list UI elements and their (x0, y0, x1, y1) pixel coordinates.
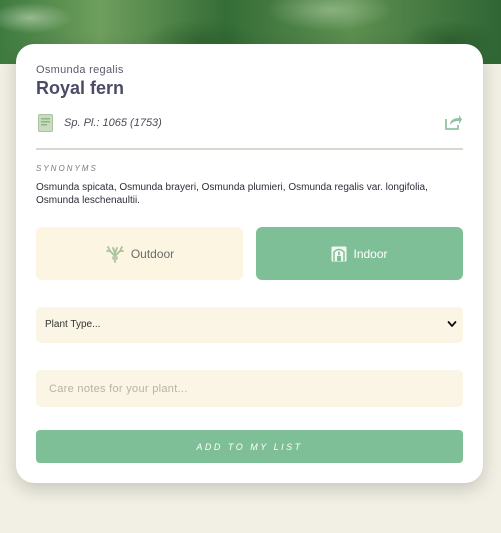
citation-text: Sp. Pl.: 1065 (1753) (64, 117, 162, 129)
outdoor-label: Outdoor (130, 246, 175, 261)
share-icon[interactable] (443, 112, 463, 132)
indoor-label: Indoor (353, 246, 388, 261)
house-plant-icon (331, 246, 347, 261)
synonyms-list: Osmunda spicata, Osmunda brayeri, Osmund… (36, 182, 428, 206)
antler-tree-icon (105, 245, 124, 263)
common-name: Royal fern (36, 78, 125, 98)
divider (36, 148, 463, 150)
plant-type-selected-value: Plant Type... (45, 319, 101, 330)
add-to-list-button[interactable]: ADD TO MY LIST (36, 430, 463, 463)
outdoor-toggle-button[interactable]: Outdoor (36, 227, 243, 280)
synonyms-heading: SYNONYMS (36, 164, 98, 173)
scientific-name: Osmunda regalis (36, 64, 124, 76)
plant-card: Osmunda regalis Royal fern Sp. Pl.: 1065… (16, 44, 483, 483)
indoor-toggle-button[interactable]: Indoor (256, 227, 463, 280)
chevron-down-icon (447, 321, 457, 327)
plant-type-select[interactable]: Plant Type... (36, 307, 463, 343)
care-notes-input[interactable] (36, 370, 463, 407)
book-icon (38, 114, 53, 132)
